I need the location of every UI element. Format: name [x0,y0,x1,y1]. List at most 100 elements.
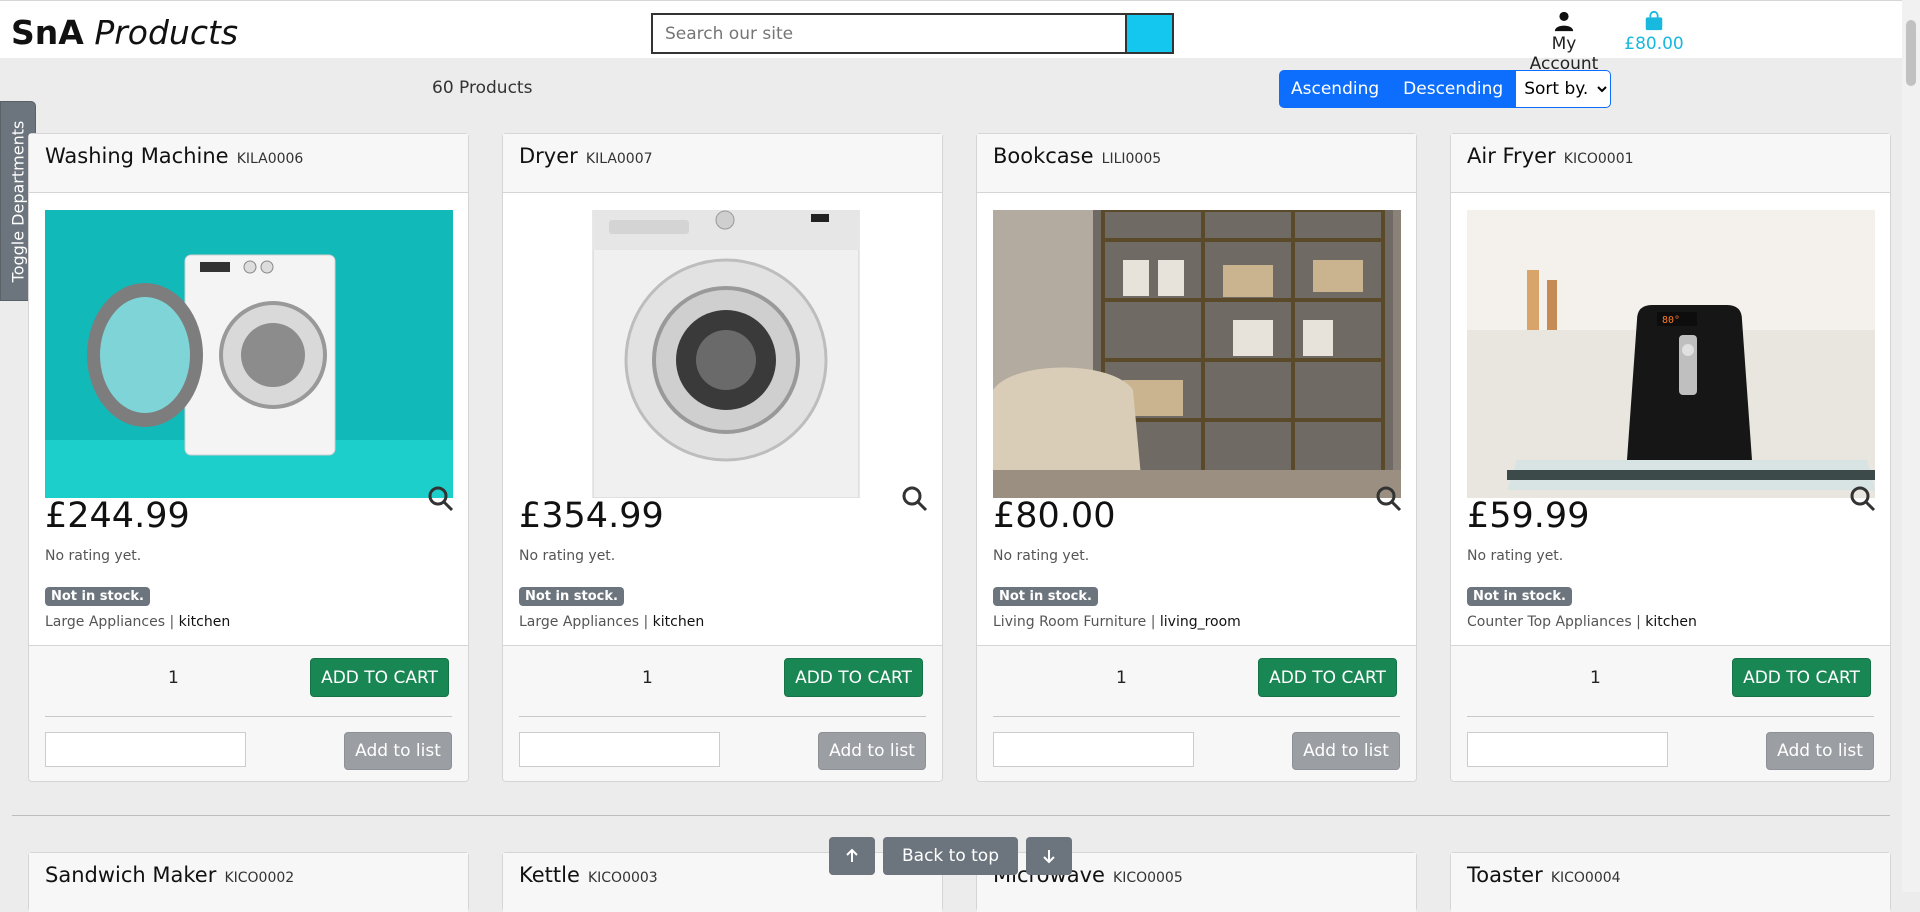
scroll-down-button[interactable] [1026,837,1072,875]
product-name[interactable]: Dryer [519,144,578,168]
list-name-input[interactable] [45,732,246,767]
quantity-value[interactable]: 1 [168,668,179,688]
product-rating: No rating yet. [45,548,142,564]
add-to-list-button[interactable]: Add to list [1766,732,1874,770]
quantity-value[interactable]: 1 [1590,668,1601,688]
product-price: £59.99 [1467,496,1590,536]
product-rating: No rating yet. [993,548,1090,564]
stock-badge: Not in stock. [993,587,1098,606]
room-link[interactable]: living_room [1160,614,1241,630]
account-label: My Account [1529,34,1599,74]
product-department: Large Appliances | kitchen [519,614,705,630]
product-name[interactable]: Air Fryer [1467,144,1556,168]
product-image[interactable] [993,210,1401,498]
search-input[interactable] [651,13,1125,54]
stock-badge: Not in stock. [1467,587,1572,606]
cart-total: £80.00 [1624,34,1684,54]
product-name[interactable]: Bookcase [993,144,1094,168]
card-footer: 1 ADD TO CART Add to list [29,645,468,781]
quantity-value[interactable]: 1 [1116,668,1127,688]
add-to-cart-button[interactable]: ADD TO CART [1258,658,1397,697]
product-department: Large Appliances | kitchen [45,614,231,630]
card-footer: 1 ADD TO CART Add to list [503,645,942,781]
list-name-input[interactable] [993,732,1194,767]
product-image[interactable] [45,210,453,498]
product-price: £354.99 [519,496,664,536]
site-header: SnA Products My Account £80.00 [0,0,1902,74]
add-to-list-button[interactable]: Add to list [344,732,452,770]
descending-button[interactable]: Descending [1391,70,1516,108]
card-header: Air Fryer KICO0001 [1451,134,1890,193]
product-price: £244.99 [45,496,190,536]
product-code: KILA0006 [236,151,304,167]
card-footer: 1 ADD TO CART Add to list [1451,645,1890,781]
department-link[interactable]: Large Appliances [45,614,165,630]
room-link[interactable]: kitchen [179,614,231,630]
divider [993,716,1400,717]
card-header: Bookcase LILI0005 [977,134,1416,193]
site-logo[interactable]: SnA Products [11,11,238,55]
back-to-top-bar: Back to top [829,837,1072,875]
product-card: Washing Machine KILA0006 £244.99 No rati… [28,133,469,782]
product-rating: No rating yet. [1467,548,1564,564]
magnify-icon[interactable] [428,486,454,512]
magnify-icon[interactable] [902,486,928,512]
magnify-icon[interactable] [1376,486,1402,512]
search-bar [651,13,1174,54]
add-to-cart-button[interactable]: ADD TO CART [784,658,923,697]
department-link[interactable]: Large Appliances [519,614,639,630]
user-icon [1554,11,1574,32]
product-price: £80.00 [993,496,1116,536]
magnify-icon[interactable] [1850,486,1876,512]
shopping-bag-icon [1645,10,1663,31]
product-name[interactable]: Kettle [519,863,580,887]
add-to-list-button[interactable]: Add to list [818,732,926,770]
product-card: Sandwich Maker KICO0002 [28,852,469,912]
list-name-input[interactable] [1467,732,1668,767]
product-department: Counter Top Appliances | kitchen [1467,614,1697,630]
product-department: Living Room Furniture | living_room [993,614,1241,630]
sort-controls: Ascending Descending Sort by... [1279,70,1612,108]
scrollbar-thumb[interactable] [1906,20,1916,86]
department-link[interactable]: Living Room Furniture [993,614,1146,630]
cart-link[interactable]: £80.00 [1622,10,1686,54]
card-header: Dryer KILA0007 [503,134,942,193]
product-code: KICO0005 [1113,870,1183,886]
divider [519,716,926,717]
product-code: KICO0004 [1550,870,1621,886]
product-code: KICO0003 [587,870,658,886]
stock-badge: Not in stock. [519,587,624,606]
product-code: LILI0005 [1101,151,1162,167]
add-to-cart-button[interactable]: ADD TO CART [310,658,449,697]
room-link[interactable]: kitchen [1645,614,1697,630]
arrow-up-icon [846,848,858,862]
product-rating: No rating yet. [519,548,616,564]
search-button[interactable] [1125,13,1174,54]
svg-text:80°: 80° [1662,315,1680,326]
quantity-value[interactable]: 1 [642,668,653,688]
scroll-up-button[interactable] [829,837,875,875]
room-link[interactable]: kitchen [653,614,705,630]
add-to-list-button[interactable]: Add to list [1292,732,1400,770]
card-footer: 1 ADD TO CART Add to list [977,645,1416,781]
back-to-top-button[interactable]: Back to top [883,837,1018,875]
page-scrollbar[interactable] [1902,0,1920,892]
product-card: Toaster KICO0004 [1450,852,1891,912]
product-code: KICO0002 [224,870,295,886]
product-image[interactable]: 80° [1467,210,1875,498]
card-header: Washing Machine KILA0006 [29,134,468,193]
sort-select[interactable]: Sort by... [1515,70,1612,108]
product-card: Bookcase LILI0005 £80.00 No rating yet. … [976,133,1417,782]
my-account-link[interactable]: My Account [1516,10,1612,74]
ascending-button[interactable]: Ascending [1279,70,1392,108]
product-name[interactable]: Toaster [1467,863,1543,887]
product-code: KILA0007 [585,151,653,167]
product-image[interactable] [519,210,927,498]
product-name[interactable]: Sandwich Maker [45,863,216,887]
add-to-cart-button[interactable]: ADD TO CART [1732,658,1871,697]
department-link[interactable]: Counter Top Appliances [1467,614,1632,630]
stock-badge: Not in stock. [45,587,150,606]
product-count: 60 Products [432,78,533,98]
list-name-input[interactable] [519,732,720,767]
product-name[interactable]: Washing Machine [45,144,229,168]
